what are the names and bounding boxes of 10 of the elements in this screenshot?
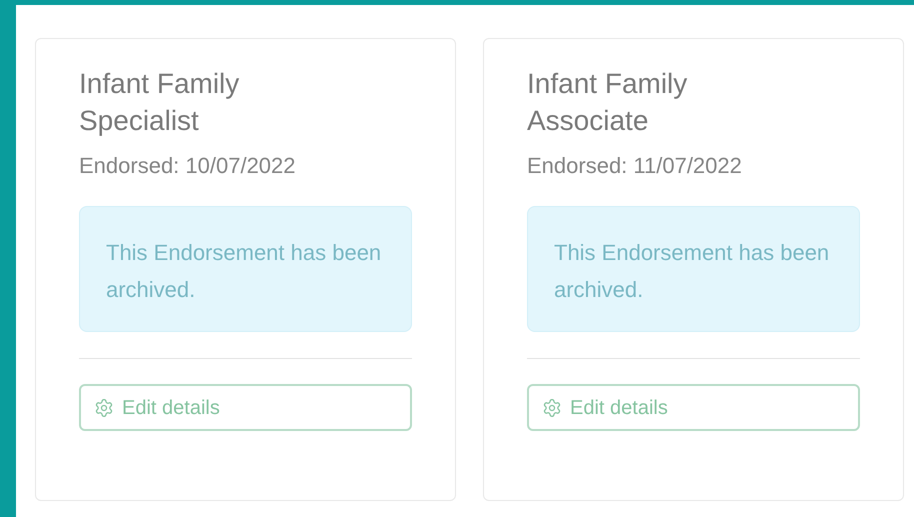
endorsed-date: Endorsed: 11/07/2022 [527,152,743,180]
archived-notice: This Endorsement has been archived. [79,206,412,332]
archived-notice: This Endorsement has been archived. [527,206,860,332]
card-title: Infant Family Associate [527,67,688,138]
gear-icon [94,398,114,418]
edit-details-button[interactable]: Edit details [527,384,860,431]
edit-details-button[interactable]: Edit details [79,384,412,431]
card-title: Infant Family Specialist [79,67,240,138]
gear-icon [542,398,562,418]
endorsed-date: Endorsed: 10/07/2022 [79,152,297,180]
